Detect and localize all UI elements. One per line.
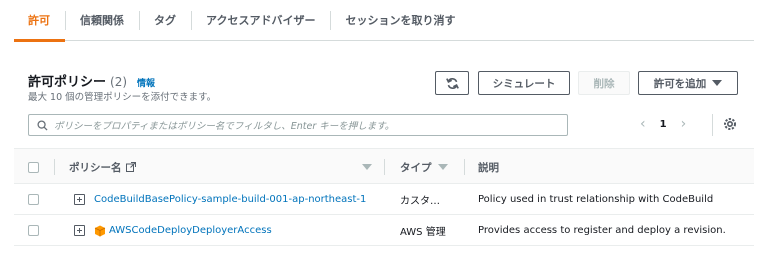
row-checkbox[interactable] [28,215,39,246]
checkbox[interactable] [28,225,39,236]
delete-label: 削除 [593,77,615,90]
tab-tags[interactable]: タグ [139,0,191,41]
table-row[interactable]: CodeBuildBasePolicy-sample-build-001-ap-… [14,184,754,215]
expand-button[interactable] [74,215,85,246]
simulate-button[interactable]: シミュレート [478,71,570,95]
sort-icon [437,164,448,170]
pagination: ‹ 1 › [640,116,686,132]
policy-type: AWS 管理 [400,227,446,238]
expand-icon [74,225,85,236]
aws-managed-icon [94,225,106,236]
column-label: 説明 [478,161,499,174]
select-all-checkbox[interactable] [28,149,39,185]
column-label: タイプ [400,161,432,174]
tab-revoke-sessions[interactable]: セッションを取り消す [330,0,470,41]
expand-icon [74,194,85,205]
sort-icon [362,164,372,170]
tab-label: タグ [154,14,176,27]
tab-access-advisor[interactable]: アクセスアドバイザー [191,0,330,41]
add-permissions-button[interactable]: 許可を追加 [638,71,738,95]
tab-label: 許可 [28,14,50,27]
search-icon [37,119,48,131]
policy-count: (2) [110,75,128,89]
panel-title: 許可ポリシー [28,75,107,90]
panel-description: 最大 10 個の管理ポリシーを添付できます。 [28,92,217,103]
refresh-button[interactable] [435,71,469,95]
policy-description: Policy used in trust relationship with C… [478,194,714,205]
tab-bar: 許可 信頼関係 タグ アクセスアドバイザー セッションを取り消す [14,0,754,42]
external-link-icon [125,162,136,172]
column-header-description[interactable]: 説明 [478,149,499,185]
current-page[interactable]: 1 [660,119,667,130]
tab-label: セッションを取り消す [345,14,456,27]
info-link[interactable]: 情報 [137,76,155,89]
column-divider [54,159,55,175]
tab-label: アクセスアドバイザー [206,14,316,27]
next-page-icon[interactable]: › [681,116,687,132]
gear-icon [724,118,736,130]
checkbox[interactable] [28,194,39,205]
sort-policy-name-icon[interactable] [362,149,372,185]
checkbox[interactable] [28,161,39,173]
column-divider [464,159,465,175]
policy-description: Provides access to register and deploy a… [478,225,726,236]
search-input[interactable]: ポリシーをプロパティまたはポリシー名でフィルタし、Enter キーを押します。 [28,114,568,136]
simulate-label: シミュレート [492,77,556,90]
refresh-icon [445,77,459,89]
tab-trust-relationships[interactable]: 信頼関係 [65,0,139,41]
column-header-policy-name[interactable]: ポリシー名 [69,149,136,185]
caret-down-icon [712,80,723,86]
column-header-type[interactable]: タイプ [400,149,448,185]
settings-button[interactable] [722,116,738,135]
tab-permissions[interactable]: 許可 [14,0,65,42]
add-permissions-label: 許可を追加 [653,77,707,90]
table-header: ポリシー名 タイプ 説明 [14,148,754,184]
divider [712,114,713,136]
expand-button[interactable] [74,184,85,215]
prev-page-icon[interactable]: ‹ [640,116,646,132]
aws-managed-icon [94,215,106,246]
search-placeholder: ポリシーをプロパティまたはポリシー名でフィルタし、Enter キーを押します。 [54,121,395,132]
policy-name-link[interactable]: AWSCodeDeployDeployerAccess [109,215,272,246]
panel-header: 許可ポリシー (2) 情報 [28,71,155,90]
policy-type: カスタ… [400,196,440,207]
table-row[interactable]: AWSCodeDeployDeployerAccess AWS 管理 Provi… [14,215,754,246]
delete-button[interactable]: 削除 [578,71,630,95]
tab-label: 信頼関係 [80,14,124,27]
column-label: ポリシー名 [69,161,122,174]
column-divider [384,159,385,175]
row-checkbox[interactable] [28,184,39,215]
policy-name-link[interactable]: CodeBuildBasePolicy-sample-build-001-ap-… [94,184,366,215]
